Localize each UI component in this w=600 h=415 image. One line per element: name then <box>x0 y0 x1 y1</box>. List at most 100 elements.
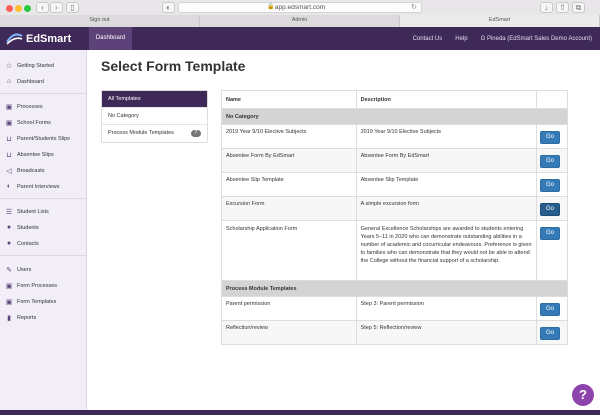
group-title: Process Module Templates <box>221 280 568 297</box>
inbox-icon: ⊔ <box>6 135 12 143</box>
sidebar-divider <box>0 255 86 256</box>
bar-chart-icon: ▮ <box>7 314 11 322</box>
sidebar-item-form-templates[interactable]: ▣ Form Templates <box>5 296 57 307</box>
go-button[interactable]: Go <box>540 179 560 192</box>
go-button[interactable]: Go <box>540 155 560 168</box>
reload-icon[interactable]: ↻ <box>411 3 417 12</box>
go-button[interactable]: Go <box>540 303 560 316</box>
action-cell: Go <box>536 172 568 197</box>
sidebar-item-users[interactable]: ✎ Users <box>5 264 31 275</box>
sidebar-item-label: Reports <box>17 314 37 321</box>
sidebar-toggle-icon[interactable]: ▯ <box>66 2 79 13</box>
sidebar-item-absentee-slips[interactable]: ⊔ Absentee Slips <box>5 149 53 160</box>
action-cell: Go <box>536 220 568 281</box>
template-name: Absentee Slip Template <box>221 172 357 197</box>
filter-all-templates[interactable]: All Templates <box>102 91 207 108</box>
sidebar-item-parent-student-slips[interactable]: ⊔ Parent/Students Slips <box>5 133 70 144</box>
address-bar[interactable]: 🔒 app.edsmart.com ↻ <box>178 2 422 13</box>
edsmart-logo[interactable]: EdSmart <box>6 29 71 48</box>
sidebar-item-contacts[interactable]: ● Contacts <box>5 238 39 249</box>
minimize-window-button[interactable] <box>15 5 22 12</box>
user-menu[interactable]: G Pineda (EdSmart Sales Demo Account) <box>481 36 592 42</box>
browser-chrome: ‹ › ▯ ◐ 🔒 app.edsmart.com ↻ ↓ ⇧ ⧉ Sign o… <box>0 0 600 27</box>
forward-button[interactable]: › <box>50 2 63 13</box>
shield-icon[interactable]: ◐ <box>162 2 175 13</box>
table-header-row: Name Description <box>221 90 568 109</box>
wrench-icon: ✎ <box>6 266 12 274</box>
filter-label: No Category <box>108 113 139 119</box>
star-icon: ☆ <box>5 62 13 70</box>
action-cell: Go <box>536 196 568 221</box>
column-header-description: Description <box>355 90 538 109</box>
template-filter-list: All Templates No Category Process Module… <box>101 90 208 143</box>
filter-label: Process Module Templates <box>108 130 174 136</box>
sidebar-item-dashboard[interactable]: ⌂ Dashboard <box>5 76 44 87</box>
table-row: Reflection/review Step 5: Reflection/rev… <box>221 320 568 345</box>
sidebar-item-broadcasts[interactable]: ◁ Broadcasts <box>5 165 45 176</box>
table-row: Parent permission Step 3: Parent permiss… <box>221 296 568 321</box>
browser-tab[interactable]: Admin <box>200 15 400 27</box>
sidebar-item-label: Students <box>17 224 39 231</box>
template-description: Absentee Slip Template <box>355 172 538 197</box>
sidebar: ☆ Getting Started ⌂ Dashboard ▣ Processes ▣… <box>0 50 87 410</box>
url-text: app.edsmart.com <box>274 4 326 11</box>
sidebar-item-processes[interactable]: ▣ Processes <box>5 101 43 112</box>
template-description: Absentee Form By EdSmart <box>355 148 538 173</box>
template-name: Scholarship Application Form <box>221 220 357 281</box>
user-icon: ● <box>6 240 12 247</box>
help-link[interactable]: Help <box>455 36 467 42</box>
lock-icon: 🔒 <box>267 4 275 10</box>
template-description: A simple excursion form <box>355 196 538 221</box>
sidebar-item-students[interactable]: ● Students <box>5 222 39 233</box>
go-button[interactable]: Go <box>540 131 560 144</box>
group-title: No Category <box>221 108 568 125</box>
page-title: Select Form Template <box>101 58 246 74</box>
template-name: Absentee Form By EdSmart <box>221 148 357 173</box>
briefcase-icon: ▣ <box>5 282 13 290</box>
tabs-overview-icon[interactable]: ⧉ <box>572 2 585 13</box>
contact-us-link[interactable]: Contact Us <box>413 36 443 42</box>
sidebar-divider <box>0 198 86 199</box>
sidebar-item-student-lists[interactable]: ☰ Student Lists <box>5 206 49 217</box>
table-row: Absentee Form By EdSmart Absentee Form B… <box>221 148 568 173</box>
browser-tab[interactable]: Sign out <box>0 15 200 27</box>
sidebar-item-reports[interactable]: ▮ Reports <box>5 312 36 323</box>
nav-dashboard-tab[interactable]: Dashboard <box>89 27 132 50</box>
app-top-nav: EdSmart Dashboard Contact Us Help G Pine… <box>0 27 600 50</box>
table-row: Excursion Form A simple excursion form G… <box>221 196 568 221</box>
sidebar-item-label: Broadcasts <box>17 167 45 174</box>
maximize-window-button[interactable] <box>24 5 31 12</box>
sidebar-item-form-processes[interactable]: ▣ Form Processes <box>5 280 57 291</box>
edsmart-logo-icon <box>6 33 23 45</box>
half-circle-icon: ◐ <box>6 183 12 190</box>
browser-tab-active[interactable]: EdSmart <box>400 15 600 27</box>
help-chat-button[interactable]: ? <box>572 384 594 406</box>
briefcase-icon: ▣ <box>5 119 13 127</box>
sidebar-item-label: Users <box>17 266 32 273</box>
go-button[interactable]: Go <box>540 203 560 216</box>
briefcase-icon: ▣ <box>5 103 13 111</box>
sidebar-divider <box>0 93 86 94</box>
sidebar-item-parent-interviews[interactable]: ◐ Parent Interviews <box>5 181 60 192</box>
table-row: 2019 Year 9/10 Elective Subjects 2019 Ye… <box>221 124 568 149</box>
sidebar-item-label: Form Processes <box>17 282 58 289</box>
sidebar-item-getting-started[interactable]: ☆ Getting Started <box>5 60 54 71</box>
template-name: 2019 Year 9/10 Elective Subjects <box>221 124 357 149</box>
table-row: Scholarship Application Form General Exc… <box>221 220 568 281</box>
filter-no-category[interactable]: No Category <box>102 108 207 125</box>
template-description: General Excellence Scholarships are awar… <box>355 220 538 281</box>
browser-tabs: Sign out Admin EdSmart <box>0 15 600 27</box>
count-badge: 7 <box>191 130 201 137</box>
back-button[interactable]: ‹ <box>36 2 49 13</box>
close-window-button[interactable] <box>6 5 13 12</box>
share-icon[interactable]: ⇧ <box>556 2 569 13</box>
filter-label: All Templates <box>108 96 141 102</box>
template-name: Reflection/review <box>221 320 357 345</box>
filter-process-module-templates[interactable]: Process Module Templates 7 <box>102 125 207 142</box>
go-button[interactable]: Go <box>540 327 560 340</box>
go-button[interactable]: Go <box>540 227 560 240</box>
bottom-bar <box>0 410 600 415</box>
download-icon[interactable]: ↓ <box>540 2 553 13</box>
sidebar-item-label: Contacts <box>17 240 39 247</box>
sidebar-item-school-forms[interactable]: ▣ School Forms <box>5 117 51 128</box>
